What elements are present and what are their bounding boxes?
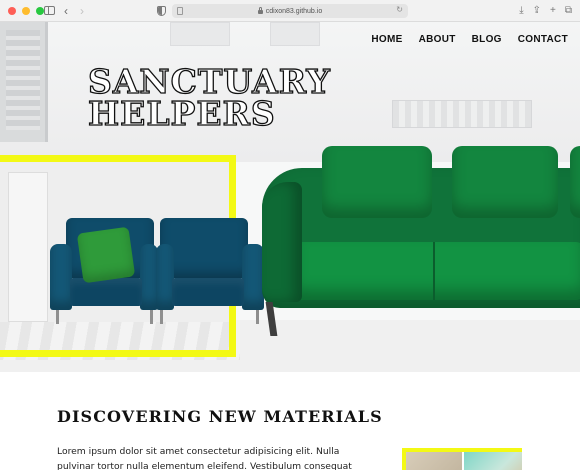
- nav-home-link[interactable]: HOME: [371, 34, 402, 45]
- toolbar-actions: ⤓ ⇪ + ⧉: [519, 4, 572, 18]
- nav-about-link[interactable]: ABOUT: [419, 34, 456, 45]
- background-panel: [270, 22, 320, 46]
- site-title: SANCTUARY HELPERS: [87, 64, 331, 133]
- background-panel: [170, 22, 230, 46]
- artwork-canvas-right: [464, 452, 522, 470]
- nav-blog-link[interactable]: BLOG: [472, 34, 502, 45]
- green-pillow: [76, 226, 136, 284]
- background-shelf: [392, 100, 532, 128]
- sofa-back-cushion: [570, 146, 580, 218]
- sidebar-icon[interactable]: [44, 6, 55, 15]
- download-icon[interactable]: ⤓: [519, 4, 523, 18]
- background-window: [0, 22, 48, 142]
- hero-section: HOME ABOUT BLOG CONTACT SANCTUARY HELPER…: [0, 22, 580, 372]
- sofa-seat: [294, 242, 580, 300]
- minimize-window-button[interactable]: [22, 6, 30, 15]
- lock-icon: [257, 7, 263, 14]
- artwork-canvas-left: [406, 452, 462, 470]
- window-controls: [8, 6, 44, 15]
- forward-icon[interactable]: ›: [80, 4, 84, 18]
- shield-icon[interactable]: [157, 6, 166, 16]
- new-tab-icon[interactable]: +: [550, 4, 556, 18]
- sofa-seam: [433, 242, 435, 300]
- page-icon: [177, 7, 183, 15]
- sofa-back-cushion: [452, 146, 558, 218]
- share-icon[interactable]: ⇪: [533, 4, 541, 18]
- main-nav: HOME ABOUT BLOG CONTACT: [371, 34, 568, 45]
- site-title-line2: HELPERS: [87, 94, 276, 133]
- close-window-button[interactable]: [8, 6, 16, 15]
- address-bar-url: cdixon83.github.io: [265, 7, 323, 15]
- reload-icon[interactable]: ↻: [396, 5, 403, 14]
- sofa-arm: [262, 182, 302, 302]
- section-heading: DISCOVERING NEW MATERIALS: [57, 407, 383, 426]
- tabs-icon[interactable]: ⧉: [565, 4, 572, 18]
- content-section: DISCOVERING NEW MATERIALS Lorem ipsum do…: [0, 372, 580, 470]
- zoom-window-button[interactable]: [36, 6, 44, 15]
- back-icon[interactable]: ‹: [64, 4, 68, 18]
- nav-contact-link[interactable]: CONTACT: [518, 34, 568, 45]
- web-page: HOME ABOUT BLOG CONTACT SANCTUARY HELPER…: [0, 22, 580, 470]
- address-bar[interactable]: cdixon83.github.io ↻: [172, 4, 408, 18]
- artwork-image: [402, 448, 522, 470]
- sofa-back-cushion: [322, 146, 432, 218]
- browser-toolbar: ‹ › cdixon83.github.io ↻ ⤓ ⇪ + ⧉: [0, 0, 580, 22]
- section-body-text: Lorem ipsum dolor sit amet consectetur a…: [57, 446, 352, 470]
